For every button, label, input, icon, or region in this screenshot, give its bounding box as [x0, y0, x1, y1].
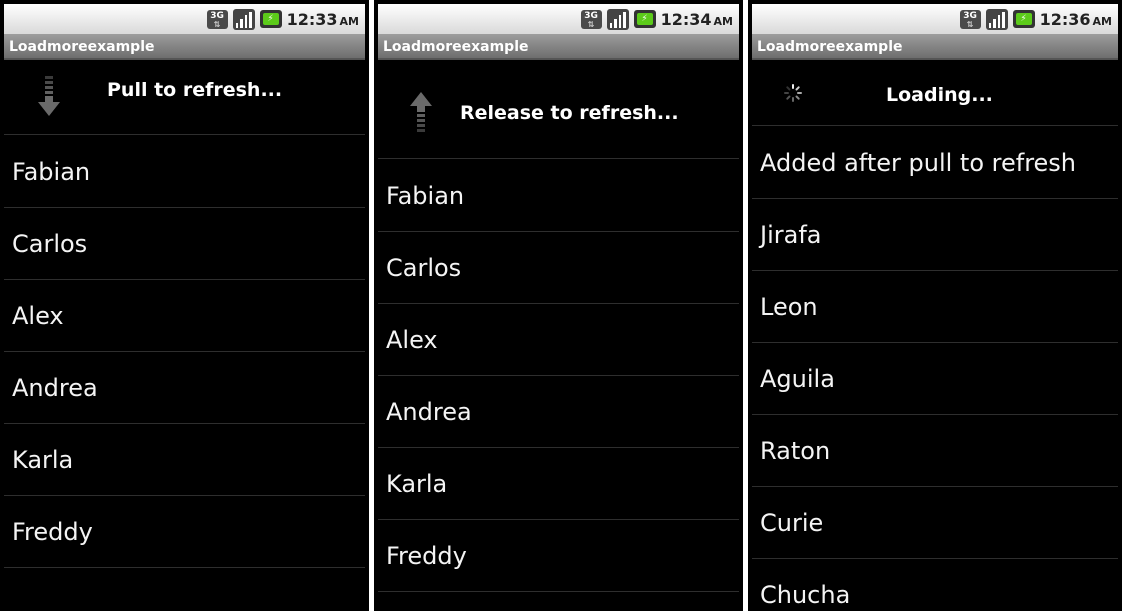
battery-charging-icon: ⚡: [1012, 10, 1035, 28]
list-item[interactable]: Andrea: [4, 352, 365, 424]
refresh-status-text: Loading...: [886, 84, 993, 106]
list-item[interactable]: Leon: [752, 271, 1118, 343]
list-item[interactable]: Raton: [752, 415, 1118, 487]
list-item[interactable]: Freddy: [378, 520, 739, 592]
name-list: Fabian Carlos Alex Andrea Karla Freddy: [378, 160, 739, 592]
status-clock: 12:36 AM: [1039, 9, 1112, 29]
list-item[interactable]: Karla: [4, 424, 365, 496]
list-item[interactable]: Karla: [378, 448, 739, 520]
list-item[interactable]: Aguila: [752, 343, 1118, 415]
status-clock: 12:34 AM: [660, 9, 733, 29]
arrow-up-icon: [410, 92, 432, 132]
pull-to-refresh-header: Release to refresh...: [378, 62, 739, 159]
app-title: Loadmoreexample: [752, 34, 1118, 60]
refresh-status-text: Release to refresh...: [460, 102, 679, 124]
list-item[interactable]: Fabian: [4, 136, 365, 208]
battery-charging-icon: ⚡: [633, 10, 656, 28]
network-3g-icon: 3G ⇅: [959, 9, 981, 29]
phone-screen-loading: 3G ⇅ ⚡ 12:36 AM Loadmoreexample Loading...…: [748, 0, 1122, 611]
list-item[interactable]: Freddy: [4, 496, 365, 568]
battery-charging-icon: ⚡: [259, 10, 282, 28]
pull-to-refresh-header: Loading...: [752, 62, 1118, 126]
phone-screen-pull: 3G ⇅ ⚡ 12:33 AM Loadmoreexample Pull to re…: [0, 0, 369, 611]
loading-spinner-icon: [784, 84, 802, 102]
pull-to-refresh-header: Pull to refresh...: [4, 62, 365, 135]
status-bar: 3G ⇅ ⚡ 12:36 AM: [752, 4, 1118, 34]
signal-icon: [985, 8, 1008, 30]
signal-icon: [606, 8, 629, 30]
phone-screen-release: 3G ⇅ ⚡ 12:34 AM Loadmoreexample Release to…: [374, 0, 743, 611]
app-title: Loadmoreexample: [378, 34, 739, 60]
signal-icon: [232, 8, 255, 30]
list-item[interactable]: Curie: [752, 487, 1118, 559]
list-item[interactable]: Andrea: [378, 376, 739, 448]
list-item[interactable]: Chucha: [752, 559, 1118, 611]
list-item[interactable]: Carlos: [4, 208, 365, 280]
list-item[interactable]: Carlos: [378, 232, 739, 304]
status-bar: 3G ⇅ ⚡ 12:34 AM: [378, 4, 739, 34]
name-list: Fabian Carlos Alex Andrea Karla Freddy: [4, 136, 365, 568]
list-item[interactable]: Jirafa: [752, 199, 1118, 271]
list-item[interactable]: Alex: [4, 280, 365, 352]
network-3g-icon: 3G ⇅: [206, 9, 228, 29]
app-title: Loadmoreexample: [4, 34, 365, 60]
status-bar: 3G ⇅ ⚡ 12:33 AM: [4, 4, 365, 34]
refresh-status-text: Pull to refresh...: [107, 79, 283, 101]
name-list: Added after pull to refresh Jirafa Leon …: [752, 127, 1118, 611]
list-item[interactable]: Added after pull to refresh: [752, 127, 1118, 199]
list-item[interactable]: Fabian: [378, 160, 739, 232]
status-clock: 12:33 AM: [286, 9, 359, 29]
list-item[interactable]: Alex: [378, 304, 739, 376]
arrow-down-icon: [38, 76, 60, 116]
network-3g-icon: 3G ⇅: [580, 9, 602, 29]
